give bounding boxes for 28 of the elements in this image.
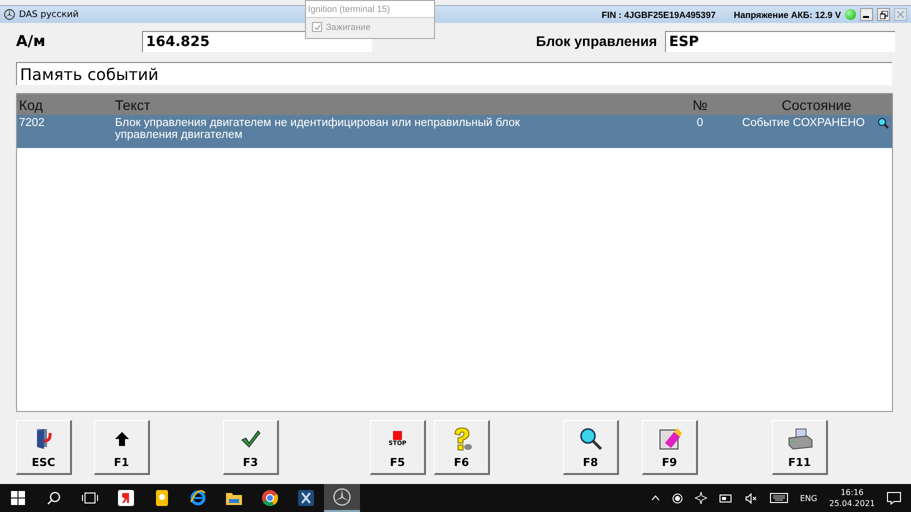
function-key-button[interactable]: F8 [563,420,619,475]
control-unit-label: Блок управления [536,33,657,49]
text-cell-text: Блок управления двигателем не идентифицирован или неправильный блок управления двигателем [114,117,521,143]
fin-label: FIN : 4JGBF25E19A495397 [602,10,716,20]
battery-voltage: Напряжение АКБ: 12.9 V [734,10,841,20]
clock-time[interactable]: 16:16 [840,487,864,498]
popup-title: Ignition (terminal 15) [308,4,390,14]
vehicle-label: А/м [16,32,46,50]
column-header: Состояние [780,96,852,112]
code-cell-text: 7202 [18,117,46,131]
control-unit-field: ESP [665,30,895,52]
function-key-button[interactable]: F6 [434,420,490,475]
function-key-button[interactable]: F1 [94,420,150,475]
count-cell-text: 0 [696,117,704,131]
function-key-button[interactable]: ESC [16,420,72,475]
table-row[interactable]: 7202 Блок управления двигателем не идентифицирован или неправильный блок управления двигателем 0 Событие СОХРАНЕНО [17,115,892,148]
clock-date[interactable]: 25.04.2021 [829,498,875,509]
column-header: № [691,96,709,112]
function-key-button[interactable]: F3 [223,420,279,475]
state-cell: Событие СОХРАНЕНО [742,117,865,129]
language-indicator[interactable]: ENG [800,494,818,502]
column-header: Текст [114,96,152,112]
function-key-button[interactable]: F11 [772,420,828,475]
column-header: Код [18,96,44,112]
window-title: DAS русский [19,10,79,20]
checkbox-label: Зажигание [326,22,371,32]
section-title-field: Память событий [16,62,892,85]
function-key-button[interactable]: F9 [642,420,698,475]
